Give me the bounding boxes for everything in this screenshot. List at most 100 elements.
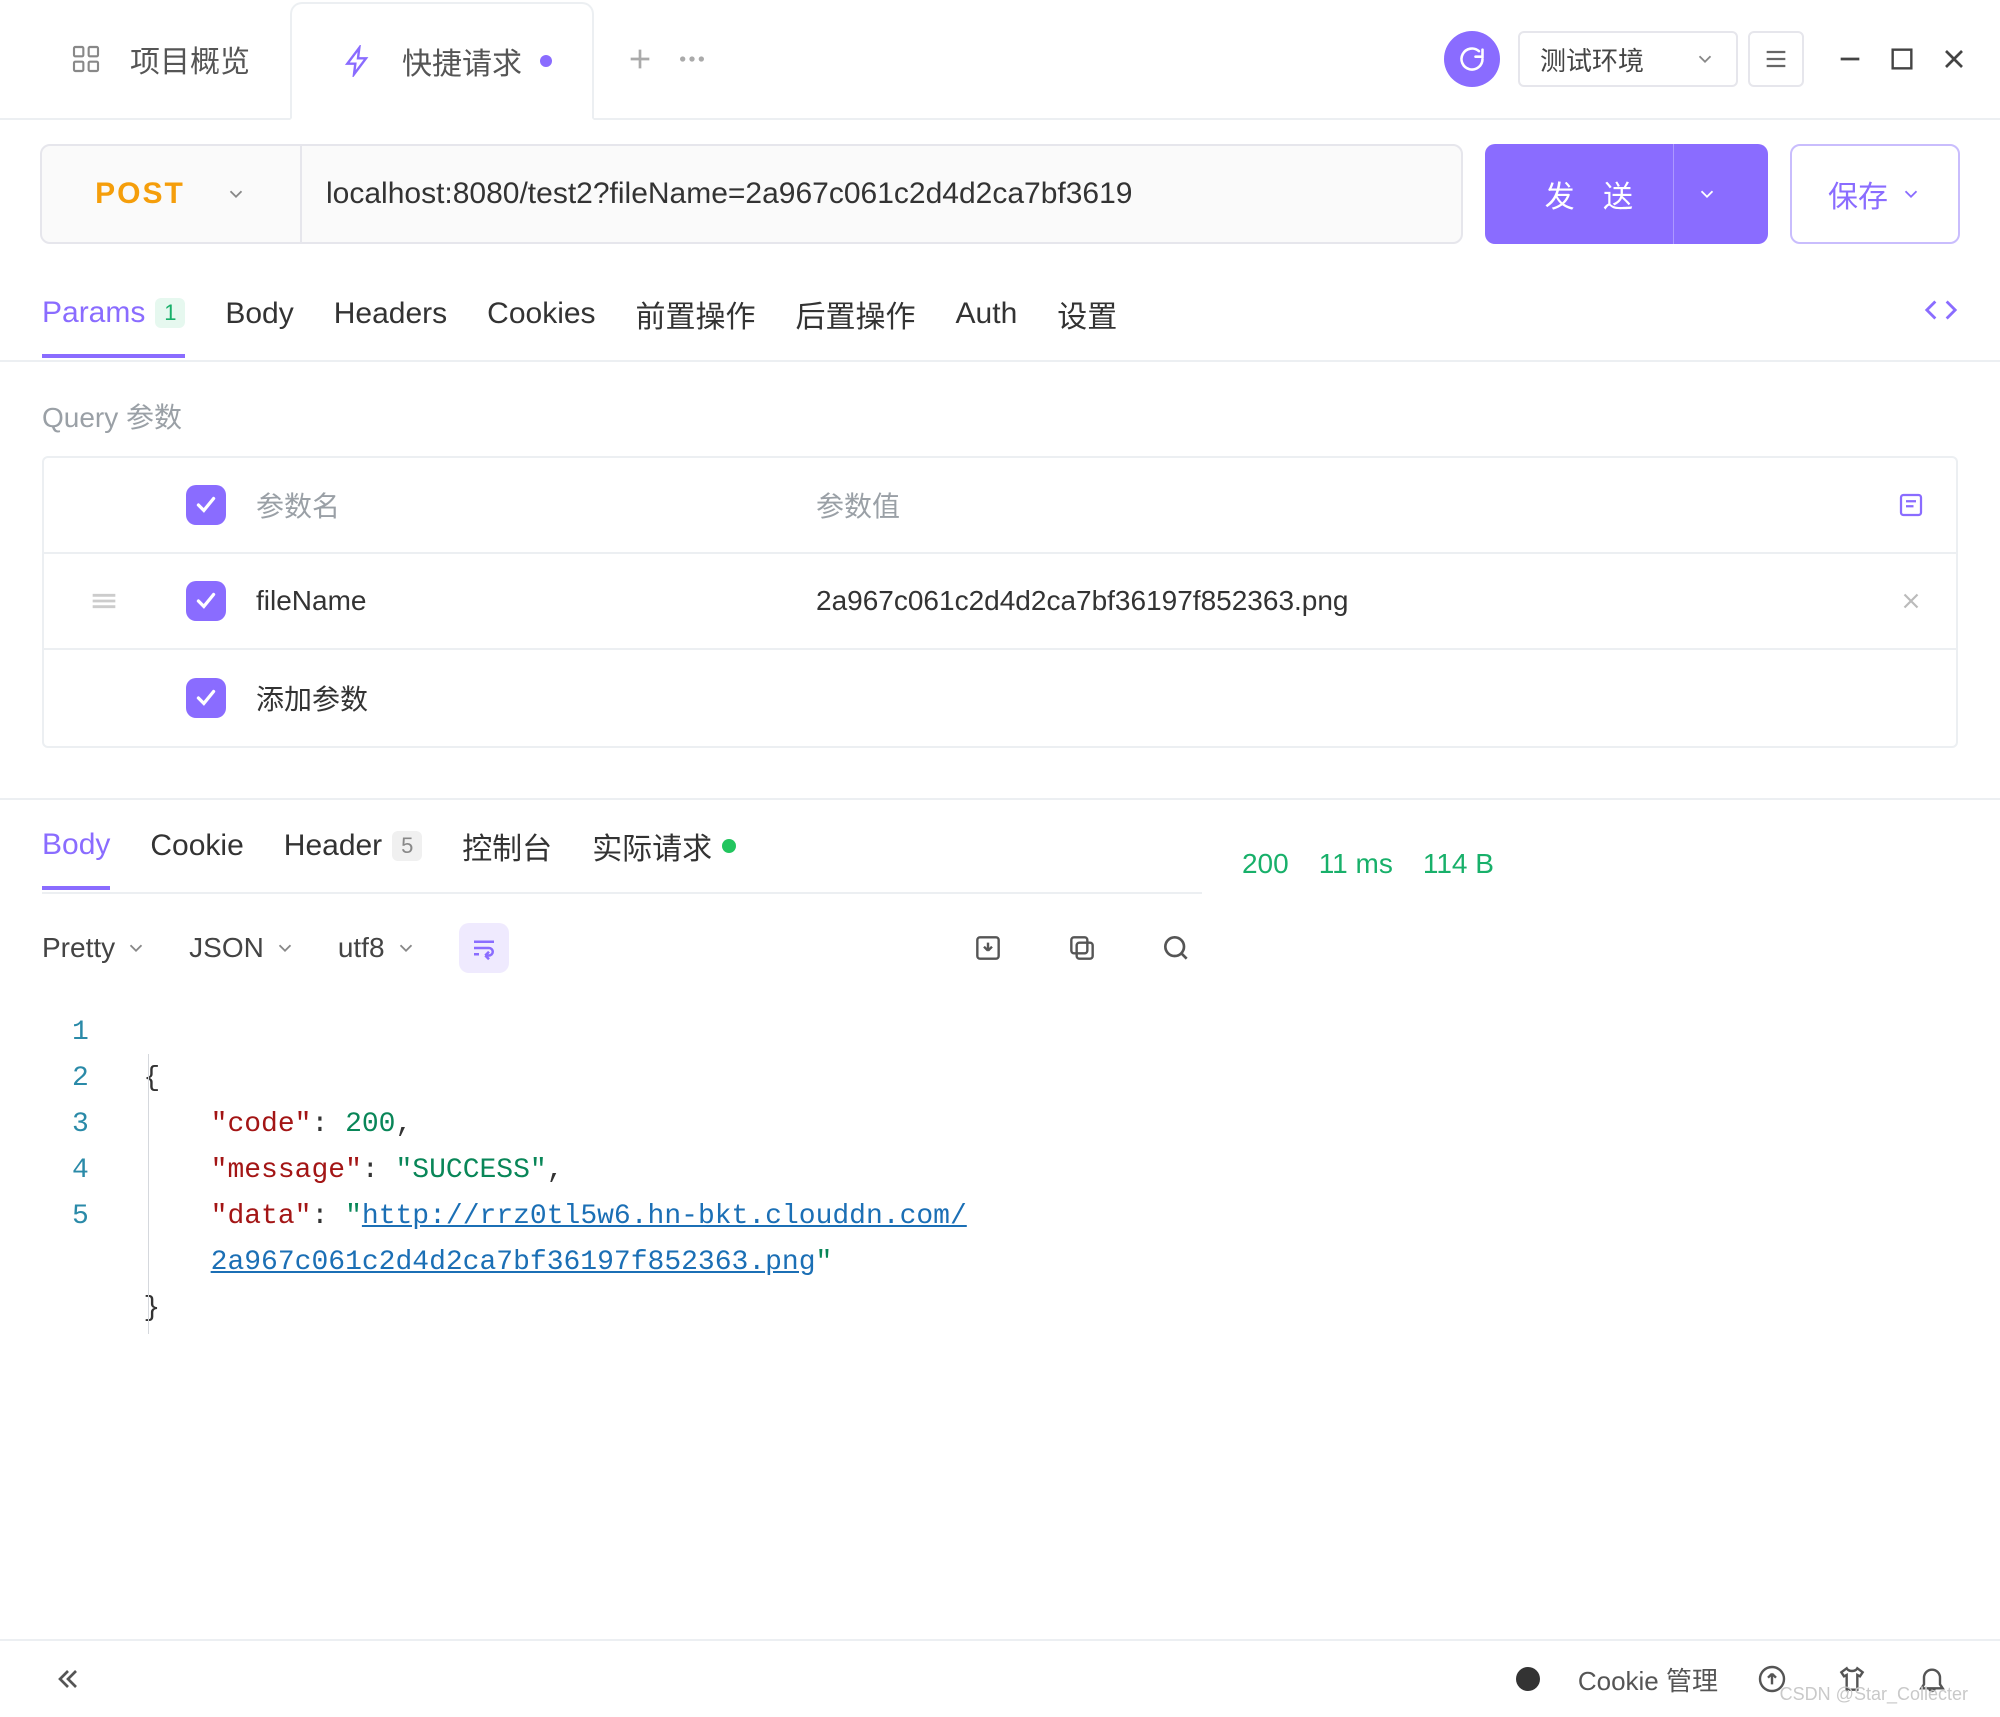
copy-icon[interactable] (1056, 922, 1108, 974)
view-pretty-select[interactable]: Pretty (42, 932, 147, 964)
url-input[interactable] (302, 146, 1461, 242)
download-icon[interactable] (962, 922, 1014, 974)
row-remove-icon[interactable] (1866, 588, 1956, 614)
chevron-down-icon (274, 937, 296, 959)
code-gutter: 1 2 3 4 5 (42, 1002, 110, 1386)
params-table: 参数名 参数值 fileName 2a967c061c2d4d2ca7bf361… (42, 456, 1958, 748)
params-count-badge: 1 (155, 298, 185, 328)
resp-tab-actual[interactable]: 实际请求 (592, 800, 736, 892)
code-icon[interactable] (1924, 269, 1958, 359)
resp-tab-header[interactable]: Header 5 (284, 805, 422, 887)
tab-post-label: 后置操作 (796, 292, 916, 336)
tab-params[interactable]: Params 1 (42, 272, 185, 358)
menu-button[interactable] (1748, 31, 1804, 87)
line-number: 4 (72, 1148, 89, 1194)
chevron-down-icon (225, 183, 247, 205)
select-all-checkbox[interactable] (164, 485, 248, 525)
tab-project-overview[interactable]: 项目概览 (20, 0, 290, 118)
resp-tab-body-label: Body (42, 828, 110, 862)
json-url[interactable]: http://rrz0tl5w6.hn-bkt.clouddn.com/ (362, 1201, 967, 1232)
environment-select[interactable]: 测试环境 (1518, 31, 1738, 87)
tab-cookies-label: Cookies (487, 297, 595, 331)
chevron-down-icon (395, 937, 417, 959)
resp-tab-body[interactable]: Body (42, 804, 110, 890)
save-label: 保存 (1828, 172, 1888, 216)
params-header-row: 参数名 参数值 (44, 458, 1956, 554)
new-tab-button[interactable] (614, 33, 666, 85)
method-select[interactable]: POST (42, 146, 302, 242)
resp-tab-cookie-label: Cookie (150, 829, 243, 863)
bulk-edit-icon[interactable] (1866, 490, 1956, 520)
lightning-icon (332, 35, 384, 87)
grid-icon (60, 33, 112, 85)
top-tabbar: 项目概览 快捷请求 测试环境 (0, 0, 2000, 120)
bottom-bar: Cookie 管理 (0, 1639, 2000, 1717)
more-tabs-icon[interactable] (666, 33, 718, 85)
unsaved-dot-icon (540, 55, 552, 67)
json-value: 200 (345, 1109, 395, 1140)
resp-tab-console[interactable]: 控制台 (462, 800, 552, 892)
wrap-lines-button[interactable] (459, 923, 509, 973)
table-row-add[interactable]: 添加参数 (44, 650, 1956, 746)
search-icon[interactable] (1150, 922, 1202, 974)
tab-overview-label: 项目概览 (130, 37, 250, 81)
send-button[interactable]: 发 送 (1485, 144, 1768, 244)
tab-pre-label: 前置操作 (636, 292, 756, 336)
chevron-down-icon (1694, 48, 1716, 70)
row-checkbox[interactable] (164, 678, 248, 718)
response-body-viewer[interactable]: 1 2 3 4 5 { "code": 200, "message": "SUC… (42, 1002, 1202, 1386)
maximize-icon[interactable] (1876, 33, 1928, 85)
drag-handle-icon[interactable] (44, 584, 164, 618)
response-panel: Body Cookie Header 5 控制台 实际请求 Pretty (0, 800, 2000, 1639)
status-dot-icon (722, 839, 736, 853)
watermark: CSDN @Star_Collecter (1780, 1684, 1968, 1705)
resp-header-count: 5 (392, 831, 422, 861)
status-size: 114 B (1423, 848, 1494, 880)
resp-tab-cookie[interactable]: Cookie (150, 805, 243, 887)
add-param-placeholder[interactable]: 添加参数 (248, 678, 808, 718)
tab-settings-label: 设置 (1057, 292, 1117, 336)
refresh-button[interactable] (1444, 31, 1500, 87)
status-time: 11 ms (1319, 848, 1393, 880)
status-code: 200 (1242, 848, 1289, 880)
json-key: "code" (211, 1109, 312, 1140)
format-json-select[interactable]: JSON (189, 932, 296, 964)
tab-headers-label: Headers (334, 297, 447, 331)
param-name-cell[interactable]: fileName (248, 585, 808, 617)
view-pretty-label: Pretty (42, 932, 115, 964)
line-number: 2 (72, 1056, 89, 1102)
tab-auth-label: Auth (956, 297, 1018, 331)
method-label: POST (95, 177, 185, 211)
close-icon[interactable] (1928, 33, 1980, 85)
tab-quick-request[interactable]: 快捷请求 (290, 2, 594, 120)
col-name-header: 参数名 (248, 485, 808, 525)
tab-body-label: Body (225, 297, 293, 331)
collapse-sidebar-icon[interactable] (42, 1653, 94, 1705)
resp-tab-actual-label: 实际请求 (592, 824, 712, 868)
cookie-dot-icon (1516, 1667, 1540, 1691)
chevron-down-icon (1696, 183, 1718, 205)
tab-settings[interactable]: 设置 (1057, 268, 1117, 360)
tab-headers[interactable]: Headers (334, 273, 447, 355)
format-json-label: JSON (189, 932, 264, 964)
save-button[interactable]: 保存 (1790, 144, 1960, 244)
status-card: 200 11 ms 114 B (1242, 836, 1494, 892)
tab-pre-request[interactable]: 前置操作 (636, 268, 756, 360)
tab-body[interactable]: Body (225, 273, 293, 355)
line-number: 5 (72, 1194, 89, 1240)
param-value-cell[interactable]: 2a967c061c2d4d2ca7bf36197f852363.png (808, 585, 1866, 617)
tab-auth[interactable]: Auth (956, 273, 1018, 355)
col-value-header: 参数值 (808, 485, 1866, 525)
request-subtabs: Params 1 Body Headers Cookies 前置操作 后置操作 … (0, 268, 2000, 362)
resp-tab-console-label: 控制台 (462, 824, 552, 868)
tab-post-request[interactable]: 后置操作 (796, 268, 916, 360)
json-url[interactable]: 2a967c061c2d4d2ca7bf36197f852363.png (211, 1247, 816, 1278)
tab-cookies[interactable]: Cookies (487, 273, 595, 355)
send-label: 发 送 (1545, 172, 1643, 216)
cookie-manage-link[interactable]: Cookie 管理 (1578, 1661, 1718, 1698)
method-url-box: POST (40, 144, 1463, 244)
row-checkbox[interactable] (164, 581, 248, 621)
minimize-icon[interactable] (1824, 33, 1876, 85)
encoding-select[interactable]: utf8 (338, 932, 417, 964)
resp-tab-header-label: Header (284, 829, 382, 863)
